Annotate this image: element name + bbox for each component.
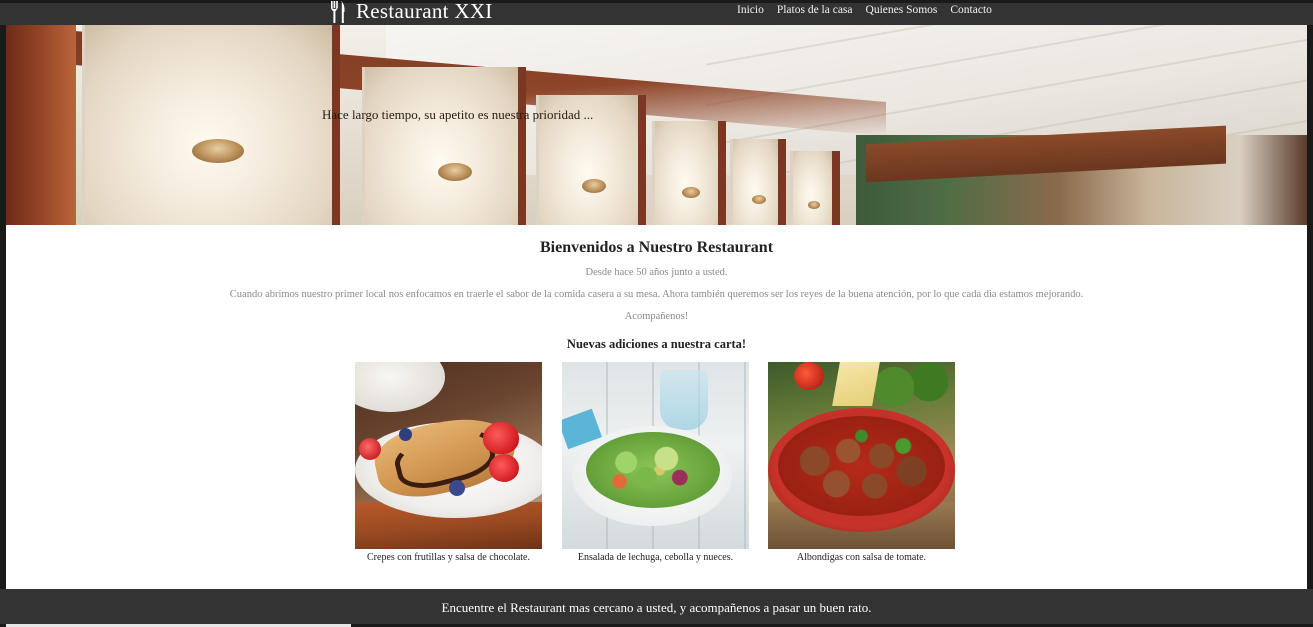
- dish-card-ensalada: Ensalada de lechuga, cebolla y nueces.: [562, 362, 749, 563]
- side-plate: [355, 362, 445, 412]
- top-navbar: Restaurant XXI Inicio Platos de la casa …: [0, 0, 1313, 25]
- herbs: [868, 362, 955, 412]
- dish-caption: Albondigas con salsa de tomate.: [796, 552, 927, 563]
- wall-lamp: [438, 163, 472, 181]
- dish-caption: Ensalada de lechuga, cebolla y nueces.: [577, 552, 734, 563]
- wall-lamp: [192, 139, 244, 163]
- dish-card-albondigas: Albondigas con salsa de tomate.: [768, 362, 955, 563]
- welcome-join: Acompañenos!: [624, 311, 689, 322]
- dish-image-ensalada: [562, 362, 749, 549]
- brand-name: Restaurant XXI: [356, 0, 493, 23]
- tomato: [794, 362, 824, 390]
- welcome-subtitle: Desde hace 50 años junto a usted.: [585, 267, 728, 278]
- wall-panel: [362, 67, 526, 225]
- fork-knife-icon: [331, 0, 345, 23]
- blueberry: [449, 480, 465, 496]
- nav-platos-de-la-casa[interactable]: Platos de la casa: [777, 4, 853, 16]
- water-glass: [660, 370, 708, 430]
- wall-panel: [652, 121, 726, 225]
- hero-caption: Hace largo tiempo, su apetito es nuestra…: [322, 107, 594, 122]
- strawberry: [359, 438, 381, 460]
- wall-panel: [730, 139, 786, 225]
- dish-card-crepes: Crepes con frutillas y salsa de chocolat…: [355, 362, 542, 563]
- welcome-title: Bienvenidos a Nuestro Restaurant: [539, 239, 774, 256]
- nav-quienes-somos[interactable]: Quienes Somos: [866, 4, 938, 16]
- main-content: Bienvenidos a Nuestro Restaurant Desde h…: [6, 225, 1307, 589]
- footer-text: Encuentre el Restaurant mas cercano a us…: [441, 600, 872, 615]
- brand[interactable]: Restaurant XXI: [330, 0, 493, 24]
- wall-lamp: [808, 201, 820, 209]
- meatballs: [778, 416, 945, 516]
- wall-lamp: [582, 179, 606, 193]
- footer-bar: Encuentre el Restaurant mas cercano a us…: [0, 589, 1313, 627]
- strawberry: [489, 454, 519, 482]
- wall-lamp: [682, 187, 700, 198]
- dish-image-crepes: [355, 362, 542, 549]
- salad-greens: [586, 432, 720, 508]
- nav-contacto[interactable]: Contacto: [950, 4, 992, 16]
- cheese: [832, 362, 880, 406]
- hero-banner: Hace largo tiempo, su apetito es nuestra…: [6, 25, 1307, 225]
- nav-inicio[interactable]: Inicio: [737, 4, 764, 16]
- nav-links: Inicio Platos de la casa Quienes Somos C…: [737, 4, 992, 16]
- wall-lamp: [752, 195, 766, 204]
- welcome-paragraph: Cuando abrimos nuestro primer local nos …: [229, 289, 1084, 300]
- wall-panel: [82, 25, 340, 225]
- blueberry: [399, 428, 412, 441]
- strawberry: [483, 422, 519, 454]
- dish-image-albondigas: [768, 362, 955, 549]
- hero-wood-column: [6, 25, 76, 225]
- dish-caption: Crepes con frutillas y salsa de chocolat…: [367, 552, 530, 563]
- new-items-title: Nuevas adiciones a nuestra carta!: [566, 337, 747, 351]
- wall-panel: [790, 151, 840, 225]
